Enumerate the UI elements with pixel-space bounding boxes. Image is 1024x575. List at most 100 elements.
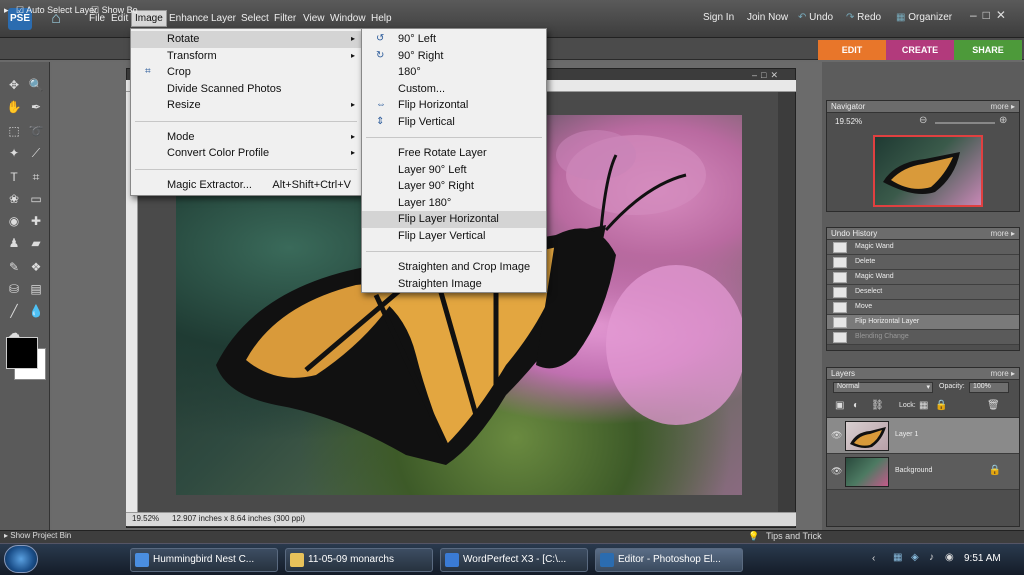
menu-help[interactable]: Help — [368, 12, 395, 25]
tray-arrow-icon[interactable]: ‹ — [872, 553, 875, 564]
blend-mode-select[interactable]: Normal ▾ — [833, 382, 933, 393]
crop-tool-icon[interactable]: ⌗ — [27, 168, 45, 186]
menu-item-rotate[interactable]: Rotate ▸ — [131, 31, 361, 48]
menu-item-rotate-90-left[interactable]: ↺ 90° Left — [362, 31, 546, 48]
zoom-in-icon[interactable]: ⊕ — [999, 115, 1007, 126]
clone-stamp-tool-icon[interactable]: ♟ — [5, 234, 23, 252]
menu-enhance[interactable]: Enhance — [166, 12, 211, 25]
menu-view[interactable]: View — [300, 12, 328, 25]
menu-item-divide-scanned-photos[interactable]: Divide Scanned Photos — [131, 81, 361, 98]
pencil-tool-icon[interactable]: ╱ — [5, 302, 23, 320]
sign-in-link[interactable]: Sign In — [703, 12, 734, 23]
tab-share[interactable]: SHARE — [954, 40, 1022, 60]
start-button[interactable] — [4, 545, 38, 573]
undo-button[interactable]: ↶ Undo — [798, 12, 833, 23]
tray-app-icon[interactable]: ◈ — [911, 552, 919, 563]
visibility-eye-icon[interactable]: 👁 — [831, 430, 842, 441]
menu-item-flip-layer-horizontal[interactable]: Flip Layer Horizontal — [362, 211, 546, 228]
marquee-tool-icon[interactable]: ⬚ — [5, 122, 23, 140]
selection-brush-tool-icon[interactable]: ⟋ — [27, 144, 45, 162]
menu-item-free-rotate-layer[interactable]: Free Rotate Layer — [362, 145, 546, 162]
history-item[interactable]: Move — [827, 300, 1019, 315]
taskbar-item-wordperfect[interactable]: WordPerfect X3 - [C:\... — [440, 548, 588, 572]
navigator-zoom-value[interactable]: 19.52% — [835, 117, 862, 126]
menu-item-layer-90-right[interactable]: Layer 90° Right — [362, 178, 546, 195]
lock-transparency-icon[interactable]: ▦ — [919, 400, 928, 411]
lasso-tool-icon[interactable]: ➰ — [27, 122, 45, 140]
menu-item-crop[interactable]: ⌗ Crop — [131, 64, 361, 81]
adjustment-layer-icon[interactable]: ◐ — [853, 400, 859, 411]
network-icon[interactable]: ▦ — [893, 552, 902, 563]
lock-all-icon[interactable]: 🔒 — [935, 400, 947, 411]
history-item[interactable]: Deselect — [827, 285, 1019, 300]
zoom-out-icon[interactable]: ⊖ — [919, 115, 927, 126]
volume-icon[interactable]: ♪ — [929, 552, 934, 563]
menu-item-rotate-custom[interactable]: Custom... — [362, 81, 546, 98]
layers-more-button[interactable]: more ▸ — [991, 369, 1015, 378]
security-icon[interactable]: ◉ — [945, 552, 954, 563]
organizer-button[interactable]: ▦ Organizer — [896, 12, 952, 23]
undo-history-more-button[interactable]: more ▸ — [991, 229, 1015, 238]
window-controls[interactable]: –□✕ — [970, 8, 1020, 26]
menu-item-transform[interactable]: Transform ▸ — [131, 48, 361, 65]
layer-row-selected[interactable]: 👁 Layer 1 — [827, 418, 1019, 454]
smart-brush-tool-icon[interactable]: ❖ — [27, 258, 45, 276]
gradient-tool-icon[interactable]: ▤ — [27, 280, 45, 298]
navigator-more-button[interactable]: more ▸ — [991, 102, 1015, 111]
new-layer-icon[interactable]: ▣ — [835, 400, 844, 411]
navigator-zoom-slider[interactable] — [935, 122, 995, 124]
link-layers-icon[interactable]: ⛓ — [871, 400, 884, 411]
layer-row[interactable]: 👁 Background 🔒 — [827, 454, 1019, 490]
red-eye-tool-icon[interactable]: ◉ — [5, 212, 23, 230]
menu-item-flip-layer-vertical[interactable]: Flip Layer Vertical — [362, 228, 546, 245]
menu-layer[interactable]: Layer — [208, 12, 239, 25]
menu-item-rotate-90-right[interactable]: ↻ 90° Right — [362, 48, 546, 65]
menu-item-magic-extractor[interactable]: Magic Extractor... Alt+Shift+Ctrl+V — [131, 177, 361, 194]
history-item-selected[interactable]: Flip Horizontal Layer — [827, 315, 1019, 330]
menu-item-layer-180[interactable]: Layer 180° — [362, 195, 546, 212]
eraser-tool-icon[interactable]: ▰ — [27, 234, 45, 252]
history-item[interactable]: Magic Wand — [827, 270, 1019, 285]
system-clock[interactable]: 9:51 AM — [964, 553, 1001, 564]
menu-item-flip-vertical[interactable]: ⇕ Flip Vertical — [362, 114, 546, 131]
foreground-color-swatch[interactable] — [6, 337, 38, 369]
show-project-bin-toggle[interactable]: ▸ Show Project Bin — [4, 531, 71, 540]
tips-and-tricks-link[interactable]: Tips and Trick — [766, 531, 822, 541]
history-item[interactable]: Magic Wand — [827, 240, 1019, 255]
cookie-cutter-tool-icon[interactable]: ❀ — [5, 190, 23, 208]
opacity-field[interactable]: 100% — [969, 382, 1009, 393]
tab-edit[interactable]: EDIT — [818, 40, 886, 60]
history-item[interactable]: Delete — [827, 255, 1019, 270]
menu-filter[interactable]: Filter — [271, 12, 299, 25]
healing-brush-tool-icon[interactable]: ✚ — [27, 212, 45, 230]
show-bounding-box-checkbox[interactable]: ☑ Show Bo — [91, 5, 138, 16]
menu-item-layer-90-left[interactable]: Layer 90° Left — [362, 162, 546, 179]
trash-icon[interactable]: 🗑 — [987, 400, 1000, 411]
history-item[interactable]: Blending Change — [827, 330, 1019, 345]
menu-item-convert-color-profile[interactable]: Convert Color Profile ▸ — [131, 145, 361, 162]
taskbar-item-photoshop[interactable]: Editor - Photoshop El... — [595, 548, 743, 572]
magic-wand-tool-icon[interactable]: ✦ — [5, 144, 23, 162]
blur-tool-icon[interactable]: 💧 — [27, 302, 45, 320]
straighten-tool-icon[interactable]: ▭ — [27, 190, 45, 208]
zoom-tool-icon[interactable]: 🔍 — [27, 76, 45, 94]
type-tool-icon[interactable]: T — [5, 168, 23, 186]
menu-window[interactable]: Window — [327, 12, 369, 25]
menu-item-rotate-180[interactable]: 180° — [362, 64, 546, 81]
menu-item-resize[interactable]: Resize ▸ — [131, 97, 361, 114]
brush-tool-icon[interactable]: ✎ — [5, 258, 23, 276]
menu-select[interactable]: Select — [238, 12, 272, 25]
redo-button[interactable]: ↷ Redo — [846, 12, 881, 23]
options-menu-icon[interactable]: ▸ — [4, 5, 9, 16]
auto-select-layer-checkbox[interactable]: ☑ Auto Select Layer — [16, 5, 97, 16]
tab-create[interactable]: CREATE — [886, 40, 954, 60]
menu-item-straighten-and-crop[interactable]: Straighten and Crop Image — [362, 259, 546, 276]
visibility-eye-icon[interactable]: 👁 — [831, 466, 842, 477]
join-now-link[interactable]: Join Now — [747, 12, 788, 23]
taskbar-item-hummingbird[interactable]: Hummingbird Nest C... — [130, 548, 278, 572]
menu-item-straighten-image[interactable]: Straighten Image — [362, 276, 546, 293]
zoom-level[interactable]: 19.52% — [132, 514, 159, 523]
taskbar-item-monarchs[interactable]: 11-05-09 monarchs — [285, 548, 433, 572]
eyedropper-tool-icon[interactable]: ✒ — [27, 98, 45, 116]
menu-item-flip-horizontal[interactable]: ⇔ Flip Horizontal — [362, 97, 546, 114]
